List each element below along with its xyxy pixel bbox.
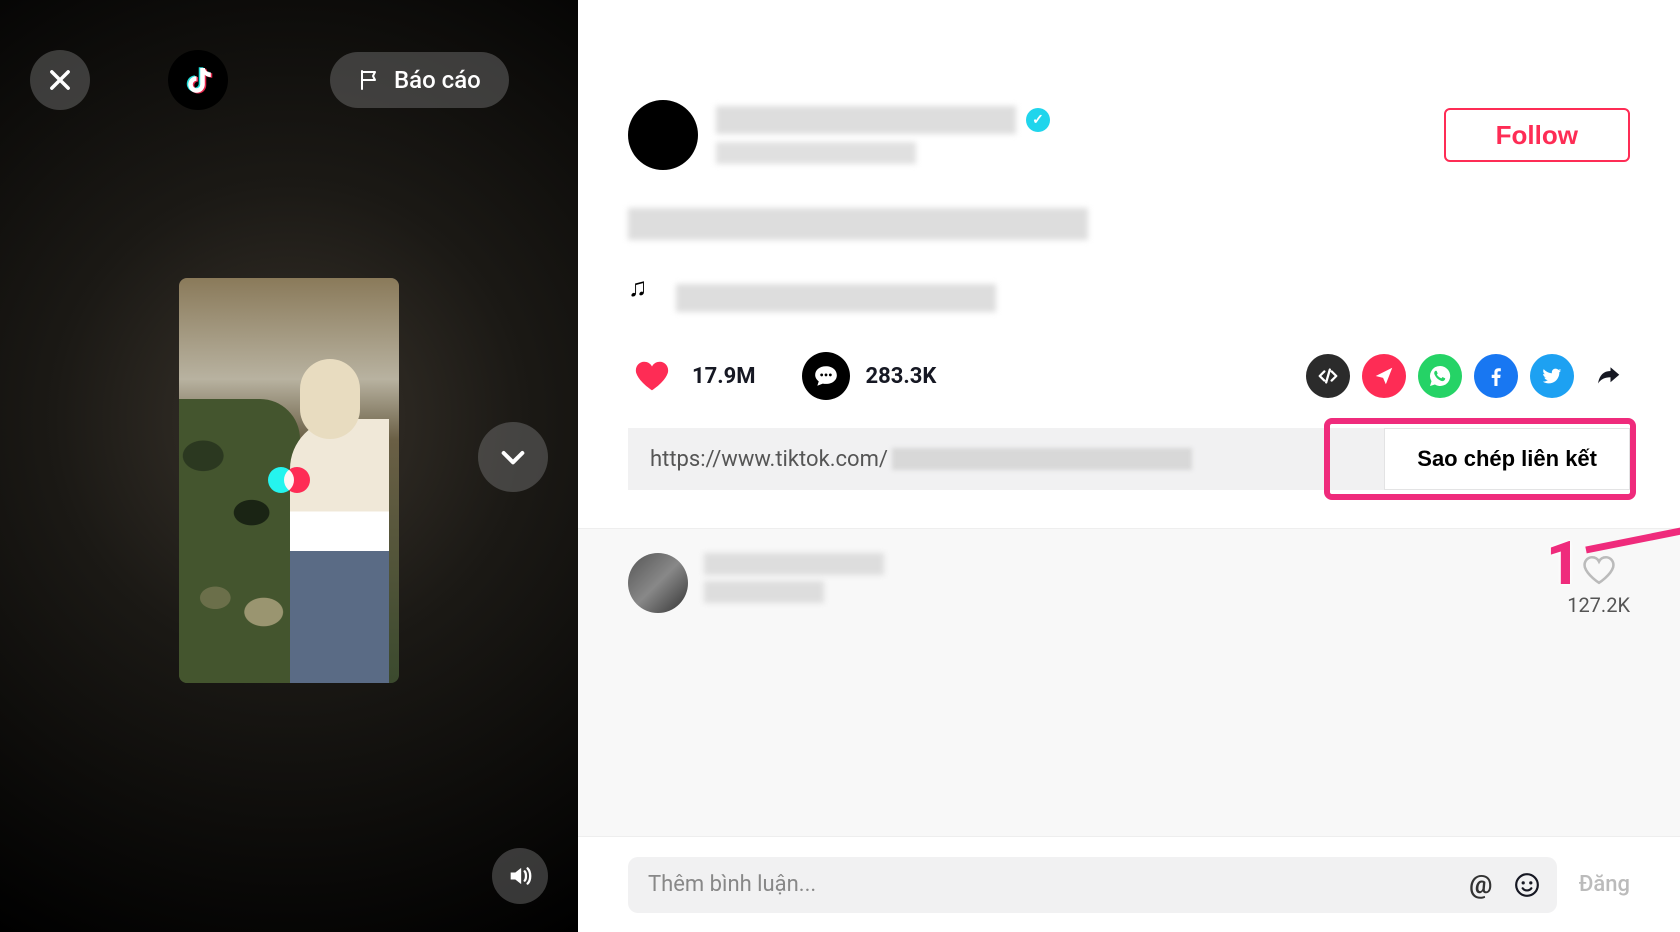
detail-pane: Follow ♫ 17.9M 283.3K bbox=[578, 0, 1680, 932]
twitter-icon bbox=[1541, 365, 1563, 387]
comment-icon bbox=[802, 352, 850, 400]
music-row[interactable]: ♫ bbox=[628, 262, 1680, 312]
comment-input[interactable]: Thêm bình luận... @ bbox=[628, 857, 1557, 913]
volume-icon bbox=[506, 862, 534, 890]
commenter-avatar[interactable] bbox=[628, 553, 688, 613]
music-note-icon: ♫ bbox=[628, 272, 648, 303]
link-row: https://www.tiktok.com/ Sao chép liên kế… bbox=[628, 428, 1630, 490]
embed-icon bbox=[1317, 365, 1339, 387]
stats-row: 17.9M 283.3K bbox=[628, 352, 1630, 400]
heart-outline-icon bbox=[1582, 553, 1616, 587]
post-comment-button[interactable]: Đăng bbox=[1579, 872, 1630, 897]
share-whatsapp-button[interactable] bbox=[1418, 354, 1462, 398]
comment-text-redacted bbox=[704, 581, 824, 603]
commenter-name-redacted bbox=[704, 553, 884, 575]
share-icons bbox=[1306, 354, 1630, 398]
tiktok-logo[interactable] bbox=[168, 50, 228, 110]
like-stat[interactable]: 17.9M bbox=[628, 352, 756, 400]
app-root: Báo cáo Follow bbox=[0, 0, 1680, 932]
comment-count: 283.3K bbox=[866, 364, 937, 389]
comment-body bbox=[704, 553, 884, 617]
follow-button[interactable]: Follow bbox=[1444, 108, 1630, 162]
comment-input-row: Thêm bình luận... @ Đăng bbox=[578, 836, 1680, 932]
chevron-down-icon bbox=[497, 441, 529, 473]
heart-icon bbox=[628, 352, 676, 400]
author-username-redacted bbox=[716, 106, 1016, 134]
send-icon bbox=[1373, 365, 1395, 387]
share-embed-button[interactable] bbox=[1306, 354, 1350, 398]
comment-item: 127.2K bbox=[628, 553, 1630, 617]
share-send-button[interactable] bbox=[1362, 354, 1406, 398]
music-title-redacted bbox=[676, 284, 996, 312]
comment-like-count: 127.2K bbox=[1567, 593, 1630, 617]
comments-area: 127.2K bbox=[578, 528, 1680, 836]
author-name-block bbox=[716, 106, 1050, 164]
author-displayname-redacted bbox=[716, 142, 916, 164]
volume-button[interactable] bbox=[492, 848, 548, 904]
video-url-prefix: https://www.tiktok.com/ bbox=[650, 447, 888, 472]
video-url-redacted bbox=[892, 448, 1192, 470]
comment-placeholder: Thêm bình luận... bbox=[648, 872, 816, 897]
share-twitter-button[interactable] bbox=[1530, 354, 1574, 398]
share-facebook-button[interactable] bbox=[1474, 354, 1518, 398]
tiktok-icon bbox=[180, 62, 216, 98]
whatsapp-icon bbox=[1428, 364, 1452, 388]
comment-like[interactable]: 127.2K bbox=[1567, 553, 1630, 617]
video-url-field[interactable]: https://www.tiktok.com/ bbox=[628, 428, 1384, 490]
video-thumbnail[interactable] bbox=[179, 278, 399, 683]
share-forward-button[interactable] bbox=[1586, 354, 1630, 398]
emoji-icon[interactable] bbox=[1513, 871, 1541, 899]
loading-spinner-icon bbox=[268, 459, 310, 501]
flag-icon bbox=[358, 68, 382, 92]
comment-stat[interactable]: 283.3K bbox=[802, 352, 937, 400]
forward-icon bbox=[1593, 361, 1623, 391]
video-pane: Báo cáo bbox=[0, 0, 578, 932]
author-avatar[interactable] bbox=[628, 100, 698, 170]
verified-badge-icon bbox=[1026, 108, 1050, 132]
profile-row: Follow bbox=[578, 0, 1680, 170]
close-button[interactable] bbox=[30, 50, 90, 110]
mention-icon[interactable]: @ bbox=[1467, 871, 1495, 899]
like-count: 17.9M bbox=[692, 364, 756, 389]
next-video-button[interactable] bbox=[478, 422, 548, 492]
report-button[interactable]: Báo cáo bbox=[330, 52, 509, 108]
facebook-icon bbox=[1484, 364, 1508, 388]
report-label: Báo cáo bbox=[394, 66, 481, 94]
video-caption-redacted bbox=[628, 208, 1088, 240]
close-icon bbox=[46, 66, 74, 94]
copy-link-button[interactable]: Sao chép liên kết bbox=[1384, 428, 1630, 490]
